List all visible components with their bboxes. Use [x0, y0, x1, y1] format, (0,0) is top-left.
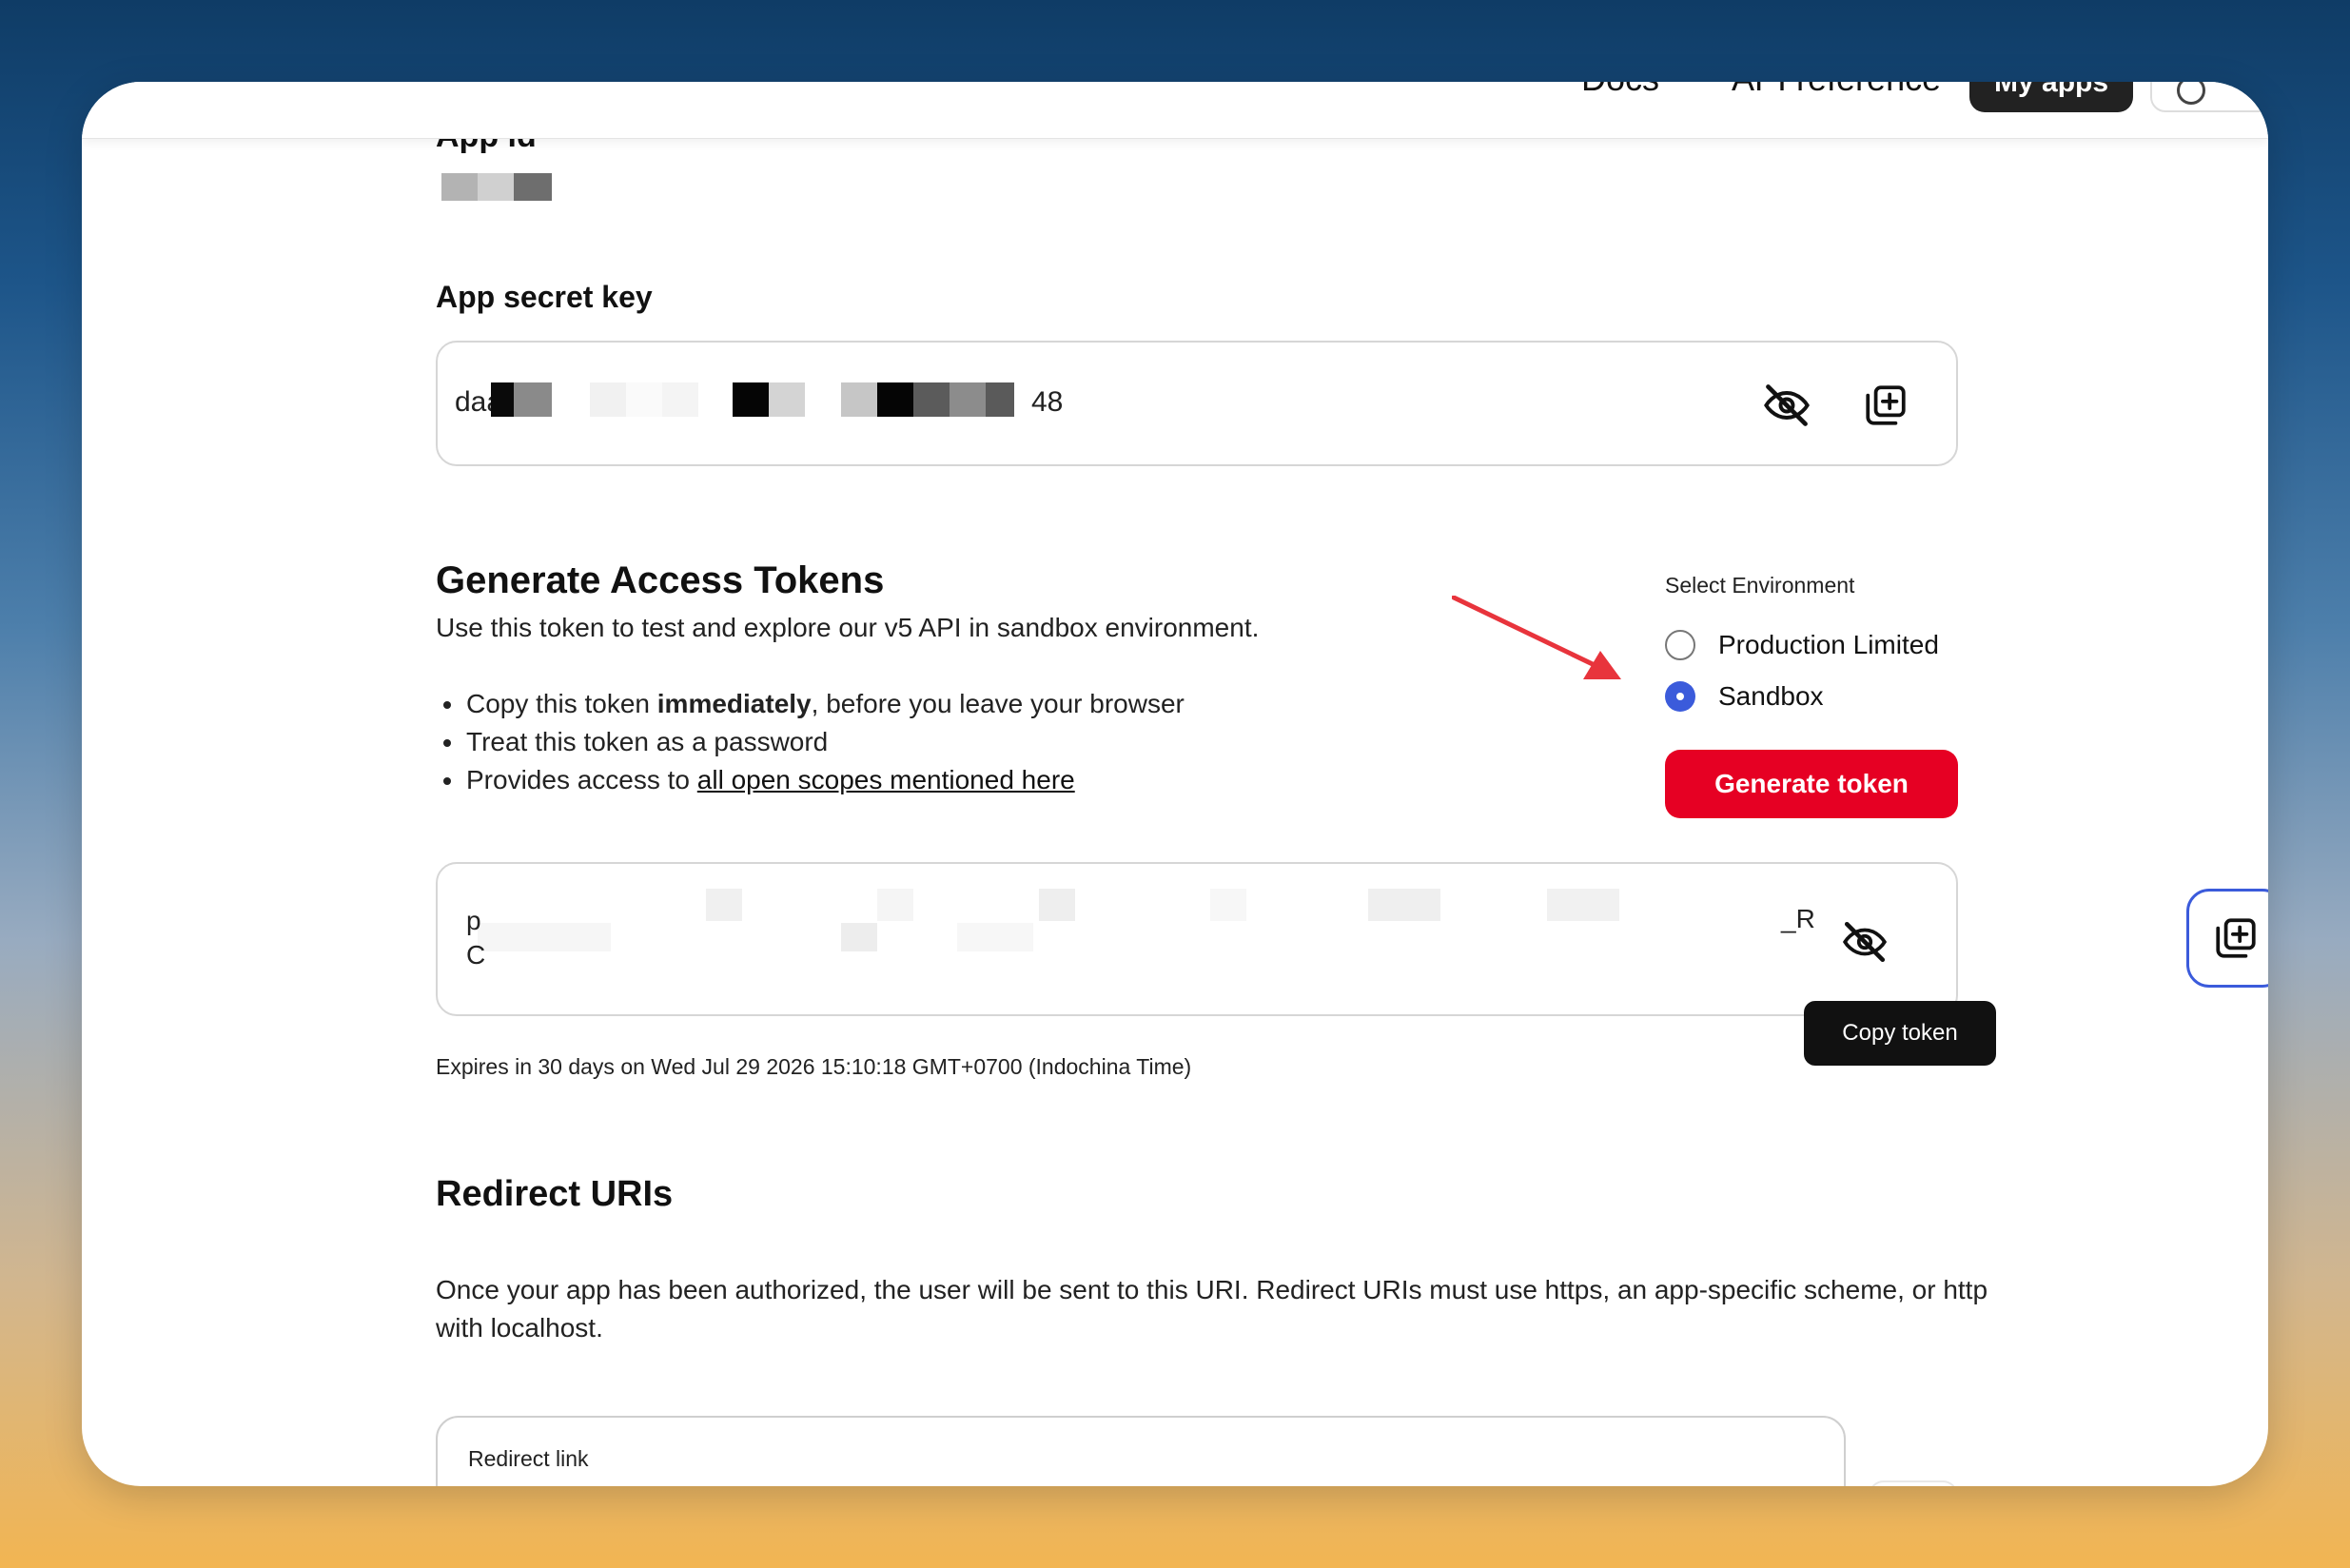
copy-token-button[interactable] — [2186, 889, 2268, 988]
token-end: _R — [1781, 904, 1815, 933]
list-item: Provides access to all open scopes menti… — [436, 761, 1185, 799]
app-window: Docs API reference My apps App id App se… — [82, 82, 2268, 1486]
copy-secret-key-button[interactable] — [1857, 377, 1914, 434]
generate-tokens-description: Use this token to test and explore our v… — [436, 613, 1260, 642]
list-item: Treat this token as a password — [436, 723, 1185, 761]
redirect-uris-heading: Redirect URIs — [436, 1174, 674, 1214]
redirect-link-field[interactable]: Redirect link — [436, 1416, 1846, 1486]
token-expiry-text: Expires in 30 days on Wed Jul 29 2026 15… — [436, 1054, 1192, 1079]
annotation-arrow-icon — [1452, 596, 1621, 679]
search-icon — [2177, 82, 2205, 105]
generate-token-label: Generate token — [1714, 769, 1909, 798]
token-line-2: C — [466, 940, 486, 970]
radio-production-limited[interactable]: Production Limited — [1665, 630, 1939, 660]
radio-checked-icon — [1665, 681, 1695, 712]
eye-off-icon — [1842, 921, 1888, 963]
search-button[interactable] — [2150, 82, 2268, 112]
radio-label: Production Limited — [1718, 630, 1939, 659]
nav-docs-link[interactable]: Docs — [1581, 82, 1659, 99]
bullet-emphasis: immediately — [656, 689, 812, 718]
redirect-uris-description: Once your app has been authorized, the u… — [436, 1275, 1988, 1343]
redirect-link-label: Redirect link — [468, 1446, 589, 1471]
list-item: Copy this token immediately, before you … — [436, 685, 1185, 723]
radio-sandbox[interactable]: Sandbox — [1665, 681, 1824, 712]
bullet-text: Treat this token as a password — [466, 727, 829, 756]
toggle-secret-visibility-button[interactable] — [1758, 377, 1815, 434]
token-line-1: p — [466, 906, 481, 935]
select-environment-label: Select Environment — [1665, 573, 1855, 598]
bullet-text: , before you leave your browser — [811, 689, 1185, 718]
access-token-field[interactable]: p C _R — [436, 862, 2268, 1016]
redirect-action-button[interactable] — [1869, 1480, 1958, 1486]
top-nav: Docs API reference My apps — [82, 82, 2268, 139]
token-guidelines-list: Copy this token immediately, before you … — [436, 685, 1185, 799]
copy-plus-icon — [1866, 385, 1906, 425]
bullet-text: Copy this token — [466, 689, 657, 718]
radio-unchecked-icon — [1665, 630, 1695, 660]
eye-off-icon — [1764, 384, 1810, 426]
tooltip-text: Copy token — [1842, 1020, 1958, 1046]
secret-key-suffix: 48 — [1031, 386, 1064, 418]
app-id-value-redacted — [441, 173, 552, 201]
generate-tokens-heading: Generate Access Tokens — [436, 559, 885, 601]
open-scopes-link[interactable]: all open scopes mentioned here — [697, 765, 1075, 794]
radio-label: Sandbox — [1718, 681, 1824, 711]
my-apps-label: My apps — [1994, 82, 2109, 98]
nav-api-reference-link[interactable]: API reference — [1732, 82, 1941, 99]
app-secret-key-label: App secret key — [436, 280, 653, 314]
bullet-text: Provides access to — [466, 765, 697, 794]
toggle-token-visibility-button[interactable] — [1836, 913, 1893, 970]
generate-token-button[interactable]: Generate token — [1665, 750, 1958, 818]
copy-plus-icon — [2216, 918, 2256, 958]
app-secret-key-field[interactable]: daa 48 — [436, 341, 1958, 466]
copy-token-tooltip: Copy token — [1804, 1001, 1996, 1066]
my-apps-button[interactable]: My apps — [1969, 82, 2134, 112]
